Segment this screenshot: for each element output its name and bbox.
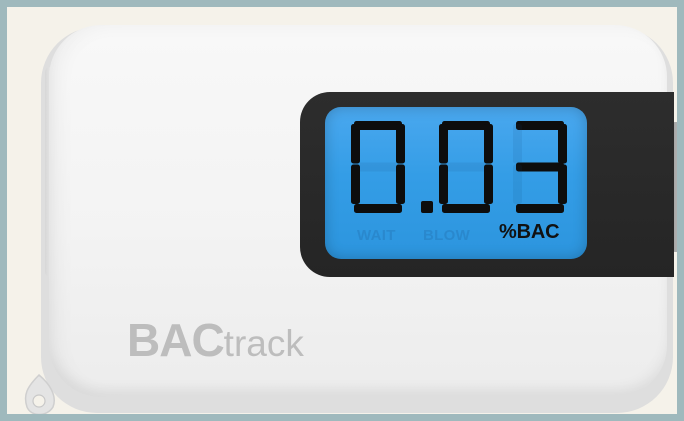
digit-2-segment-c (558, 164, 567, 204)
keyring-loop (17, 373, 63, 414)
brand-bold-text: BAC (127, 314, 225, 366)
digit-2-segment-f (513, 124, 522, 164)
digit-1-segment-b (484, 124, 493, 164)
digit-2-segment-d (516, 204, 564, 213)
digit-1-segment-f (439, 124, 448, 164)
digit-0-segment-g (354, 162, 402, 172)
blow-indicator: BLOW (423, 227, 471, 244)
digit-1-segment-g (442, 162, 490, 172)
digit-0-segment-f (351, 124, 360, 164)
image-frame: WAIT BLOW %BAC BACtrack (0, 0, 684, 421)
wait-indicator: WAIT (357, 227, 396, 244)
digit-2-segment-a (516, 121, 564, 130)
digit-1-segment-a (442, 121, 490, 130)
digit-2-segment-b (558, 124, 567, 164)
brand-light-text: track (223, 323, 304, 364)
digit-2-segment-g (516, 162, 564, 172)
digit-0-segment-a (354, 121, 402, 130)
digit-0-segment-c (396, 164, 405, 204)
digit-1-segment-c (484, 164, 493, 204)
bac-unit-label: %BAC (499, 221, 560, 243)
digit-0-segment-b (396, 124, 405, 164)
decimal-point (421, 201, 433, 213)
digit-0-segment-d (354, 204, 402, 213)
digit-1-segment-e (439, 164, 448, 204)
lcd-screen: WAIT BLOW %BAC (325, 107, 587, 259)
digit-0-segment-e (351, 164, 360, 204)
digit-2-segment-e (513, 164, 522, 204)
bactrack-logo: BACtrack (127, 313, 304, 367)
digit-1-segment-d (442, 204, 490, 213)
